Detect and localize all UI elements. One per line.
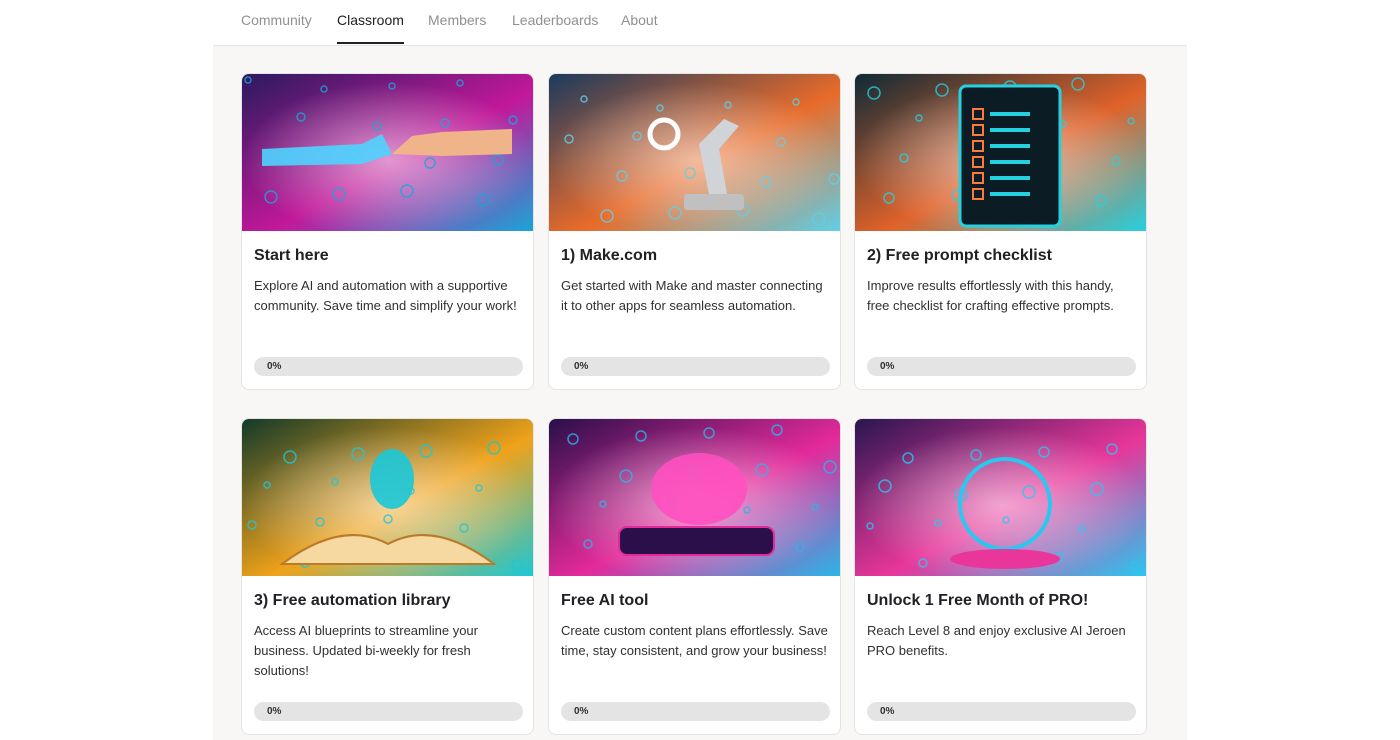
checklist-clipboard-image[interactable] [855, 74, 1146, 231]
course-title[interactable]: Free AI tool [561, 592, 830, 610]
course-progress-bar: 0% [867, 357, 1136, 376]
tab-about[interactable]: About [621, 12, 658, 42]
tab-leaderboards[interactable]: Leaderboards [512, 12, 598, 42]
course-description: Explore AI and automation with a support… [254, 278, 517, 313]
course-title[interactable]: Unlock 1 Free Month of PRO! [867, 592, 1136, 610]
course-card[interactable]: 1) Make.com Get started with Make and mas… [548, 73, 841, 390]
classroom-nav: Community Classroom Members Leaderboards… [213, 0, 1187, 46]
course-title[interactable]: 2) Free prompt checklist [867, 247, 1136, 265]
course-card[interactable]: Free AI tool Create custom content plans … [548, 418, 841, 735]
course-card[interactable]: 2) Free prompt checklist Improve results … [854, 73, 1147, 390]
tab-classroom[interactable]: Classroom [337, 12, 404, 44]
progress-label: 0% [880, 361, 895, 372]
course-progress-bar: 0% [561, 357, 830, 376]
holographic-head-image[interactable] [855, 419, 1146, 576]
course-title[interactable]: 1) Make.com [561, 247, 830, 265]
progress-label: 0% [574, 361, 589, 372]
progress-label: 0% [267, 706, 282, 717]
course-grid: Start here Explore AI and automation with… [213, 46, 1187, 740]
course-description: Reach Level 8 and enjoy exclusive AI Jer… [867, 623, 1126, 658]
course-card[interactable]: Unlock 1 Free Month of PRO! Reach Level 8… [854, 418, 1147, 735]
course-description: Improve results effortlessly with this h… [867, 278, 1114, 313]
course-card[interactable]: 3) Free automation library Access AI blue… [241, 418, 534, 735]
course-card[interactable]: Start here Explore AI and automation with… [241, 73, 534, 390]
robotic-arm-gear-image[interactable] [549, 74, 840, 231]
course-title[interactable]: 3) Free automation library [254, 592, 523, 610]
course-description: Get started with Make and master connect… [561, 278, 823, 313]
progress-label: 0% [267, 361, 282, 372]
course-description: Access AI blueprints to streamline your … [254, 623, 478, 678]
robot-human-handshake-image[interactable] [242, 74, 533, 231]
course-progress-bar: 0% [254, 702, 523, 721]
course-progress-bar: 0% [254, 357, 523, 376]
course-description: Create custom content plans effortlessly… [561, 623, 828, 658]
progress-label: 0% [880, 706, 895, 717]
course-progress-bar: 0% [867, 702, 1136, 721]
tab-community[interactable]: Community [241, 12, 312, 42]
open-book-ai-head-image[interactable] [242, 419, 533, 576]
progress-label: 0% [574, 706, 589, 717]
glowing-brain-image[interactable] [549, 419, 840, 576]
tab-members[interactable]: Members [428, 12, 486, 42]
course-progress-bar: 0% [561, 702, 830, 721]
course-title[interactable]: Start here [254, 247, 523, 265]
